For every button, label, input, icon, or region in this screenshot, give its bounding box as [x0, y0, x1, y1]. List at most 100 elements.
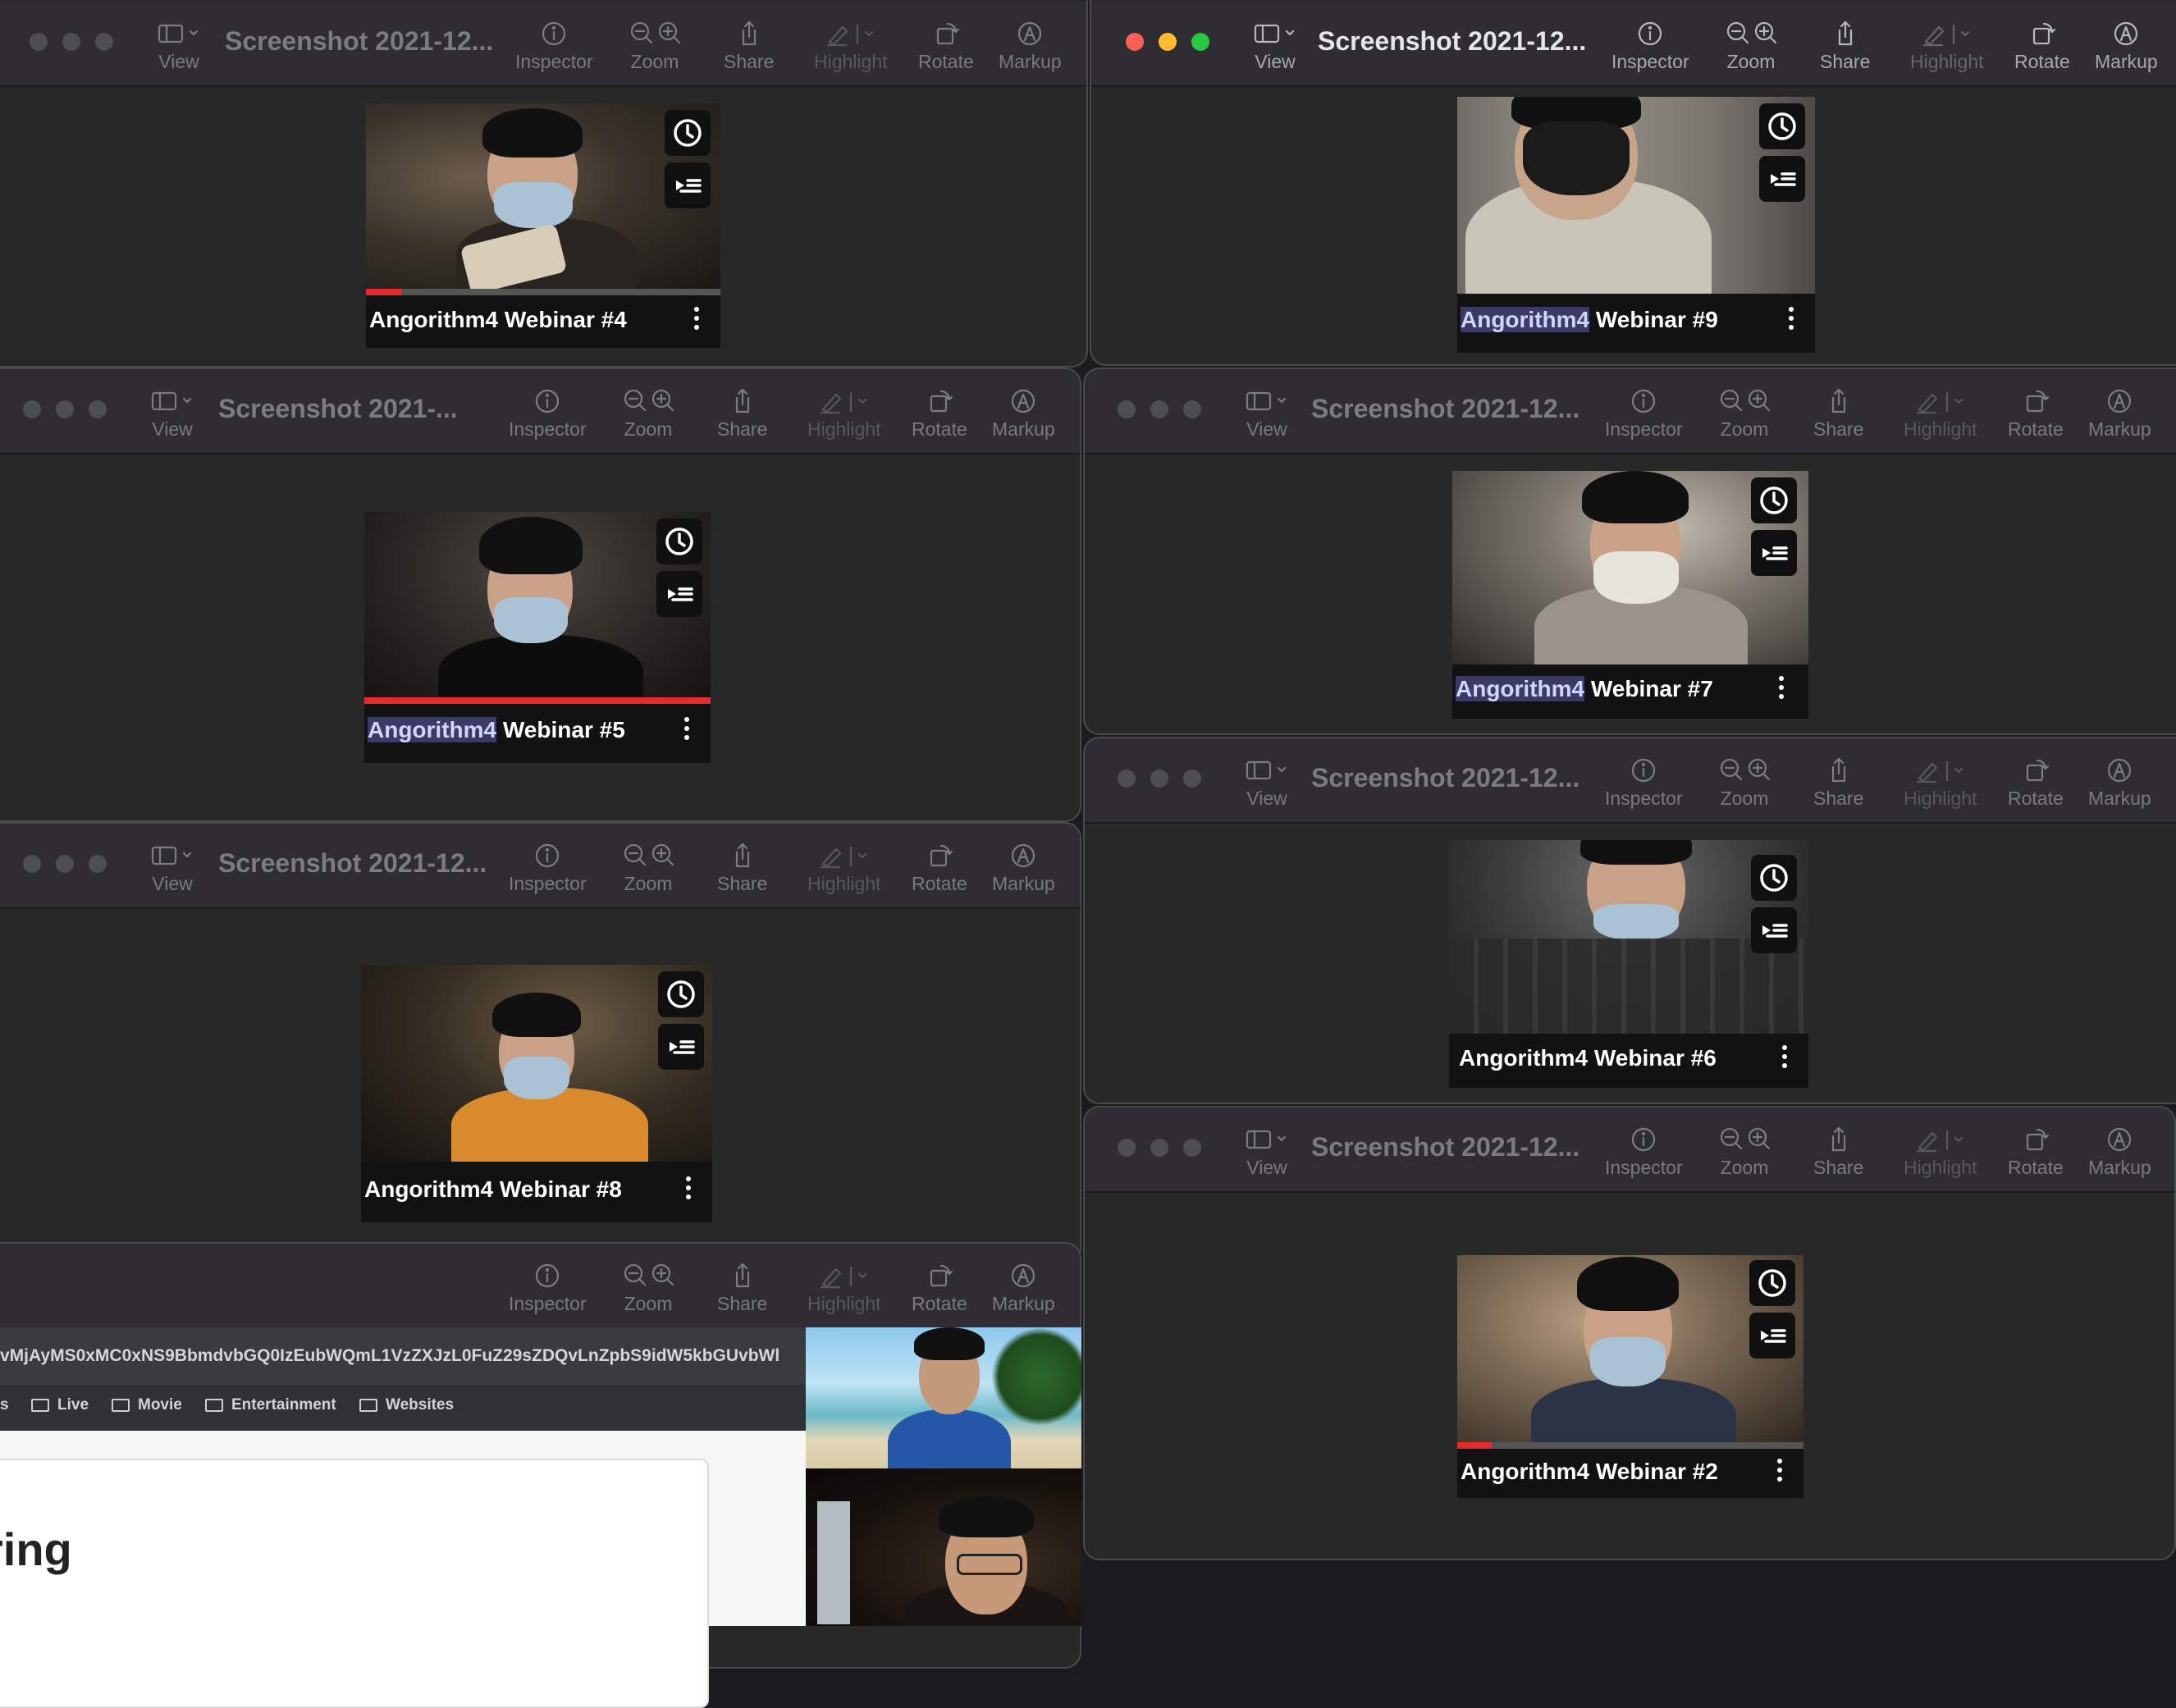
- share-button[interactable]: Share: [724, 16, 774, 73]
- video-progress-bar[interactable]: [364, 697, 711, 704]
- watch-later-button[interactable]: [1749, 1260, 1795, 1306]
- highlight-button[interactable]: Highlight: [814, 16, 888, 73]
- markup-button[interactable]: Markup: [2088, 753, 2151, 810]
- zoom-button[interactable]: Zoom: [615, 1258, 681, 1315]
- close-button[interactable]: [1118, 400, 1136, 418]
- video-thumbnail-card[interactable]: Angorithm4 Webinar #9: [1457, 97, 1815, 353]
- rotate-button[interactable]: Rotate: [912, 1258, 967, 1315]
- inspector-button[interactable]: Inspector: [509, 838, 587, 895]
- watch-later-button[interactable]: [658, 971, 704, 1017]
- zoom-button[interactable]: Zoom: [1718, 16, 1784, 73]
- bookmark-movie[interactable]: Movie: [112, 1396, 182, 1414]
- watch-later-button[interactable]: [656, 518, 702, 564]
- close-button[interactable]: [23, 400, 41, 418]
- more-options-icon[interactable]: [684, 717, 689, 744]
- inspector-button[interactable]: Inspector: [1605, 753, 1683, 810]
- inspector-button[interactable]: Inspector: [1605, 1122, 1683, 1179]
- markup-button[interactable]: Markup: [2088, 1122, 2151, 1179]
- close-button[interactable]: [30, 33, 48, 51]
- add-to-queue-button[interactable]: [665, 162, 711, 208]
- more-options-icon[interactable]: [1789, 307, 1794, 334]
- watch-later-button[interactable]: [1751, 855, 1797, 901]
- inspector-button[interactable]: Inspector: [1605, 384, 1683, 441]
- view-button[interactable]: View: [154, 16, 203, 73]
- add-to-queue-button[interactable]: [658, 1024, 704, 1070]
- minimize-button[interactable]: [1150, 770, 1168, 788]
- url-bar[interactable]: vMjAyMS0xMC0xNS9BbmdvbGQ0IzEubWQmL1VzZXJ…: [0, 1327, 806, 1385]
- rotate-button[interactable]: Rotate: [912, 384, 967, 441]
- bookmark-item[interactable]: s: [0, 1396, 9, 1414]
- markup-button[interactable]: Markup: [992, 1258, 1055, 1315]
- video-thumbnail-card[interactable]: Angorithm4 Webinar #4: [366, 103, 720, 348]
- inspector-button[interactable]: Inspector: [509, 384, 587, 441]
- add-to-queue-button[interactable]: [1749, 1313, 1795, 1359]
- add-to-queue-button[interactable]: [1759, 156, 1805, 202]
- rotate-button[interactable]: Rotate: [2008, 753, 2064, 810]
- add-to-queue-button[interactable]: [1751, 907, 1797, 953]
- more-options-icon[interactable]: [1777, 1459, 1782, 1486]
- minimize-button[interactable]: [1159, 33, 1177, 51]
- markup-button[interactable]: Markup: [2095, 16, 2158, 73]
- share-button[interactable]: Share: [1813, 753, 1863, 810]
- view-button[interactable]: View: [148, 838, 197, 895]
- inspector-button[interactable]: Inspector: [1611, 16, 1689, 73]
- close-button[interactable]: [23, 855, 41, 873]
- zoom-button[interactable]: Zoom: [615, 384, 681, 441]
- more-options-icon[interactable]: [1782, 1045, 1787, 1072]
- highlight-button[interactable]: Highlight: [1904, 384, 1977, 441]
- bookmark-live[interactable]: Live: [31, 1396, 89, 1414]
- bookmark-entertainment[interactable]: Entertainment: [205, 1396, 336, 1414]
- highlight-button[interactable]: Highlight: [1904, 753, 1977, 810]
- zoom-window-button[interactable]: [1183, 770, 1201, 788]
- rotate-button[interactable]: Rotate: [2008, 1122, 2064, 1179]
- add-to-queue-button[interactable]: [1751, 530, 1797, 576]
- zoom-button[interactable]: Zoom: [1712, 753, 1777, 810]
- zoom-button[interactable]: Zoom: [1712, 1122, 1777, 1179]
- close-button[interactable]: [1118, 1139, 1136, 1157]
- zoom-window-button[interactable]: [89, 400, 107, 418]
- bookmark-websites[interactable]: Websites: [359, 1396, 454, 1414]
- share-button[interactable]: Share: [717, 1258, 767, 1315]
- close-button[interactable]: [1126, 33, 1144, 51]
- view-button[interactable]: View: [148, 384, 197, 441]
- zoom-button[interactable]: Zoom: [622, 16, 688, 73]
- more-options-icon[interactable]: [1779, 676, 1784, 703]
- watch-later-button[interactable]: [665, 110, 711, 156]
- video-thumbnail-card[interactable]: Angorithm4 Webinar #5: [364, 512, 711, 763]
- view-button[interactable]: View: [1242, 1122, 1291, 1179]
- video-progress-bar[interactable]: [366, 289, 720, 295]
- markup-button[interactable]: Markup: [999, 16, 1062, 73]
- view-button[interactable]: View: [1242, 384, 1291, 441]
- rotate-button[interactable]: Rotate: [912, 838, 967, 895]
- markup-button[interactable]: Markup: [992, 838, 1055, 895]
- share-button[interactable]: Share: [1813, 384, 1863, 441]
- more-options-icon[interactable]: [694, 307, 699, 334]
- zoom-window-button[interactable]: [95, 33, 113, 51]
- share-button[interactable]: Share: [717, 838, 767, 895]
- highlight-button[interactable]: Highlight: [1910, 16, 1984, 73]
- share-button[interactable]: Share: [717, 384, 767, 441]
- inspector-button[interactable]: Inspector: [509, 1258, 587, 1315]
- zoom-button[interactable]: Zoom: [1712, 384, 1777, 441]
- zoom-window-button[interactable]: [89, 855, 107, 873]
- view-button[interactable]: View: [1242, 753, 1291, 810]
- rotate-button[interactable]: Rotate: [2014, 16, 2070, 73]
- minimize-button[interactable]: [56, 855, 74, 873]
- watch-later-button[interactable]: [1751, 477, 1797, 523]
- zoom-button[interactable]: Zoom: [615, 838, 681, 895]
- video-thumbnail-card[interactable]: Angorithm4 Webinar #7: [1452, 471, 1808, 719]
- video-thumbnail-card[interactable]: Angorithm4 Webinar #6: [1449, 840, 1808, 1088]
- zoom-window-button[interactable]: [1183, 400, 1201, 418]
- highlight-button[interactable]: Highlight: [807, 1258, 881, 1315]
- rotate-button[interactable]: Rotate: [918, 16, 974, 73]
- more-options-icon[interactable]: [686, 1176, 691, 1203]
- minimize-button[interactable]: [62, 33, 80, 51]
- share-button[interactable]: Share: [1820, 16, 1870, 73]
- minimize-button[interactable]: [1150, 400, 1168, 418]
- minimize-button[interactable]: [56, 400, 74, 418]
- watch-later-button[interactable]: [1759, 103, 1805, 149]
- inspector-button[interactable]: Inspector: [515, 16, 593, 73]
- zoom-window-button[interactable]: [1191, 33, 1209, 51]
- share-button[interactable]: Share: [1813, 1122, 1863, 1179]
- markup-button[interactable]: Markup: [2088, 384, 2151, 441]
